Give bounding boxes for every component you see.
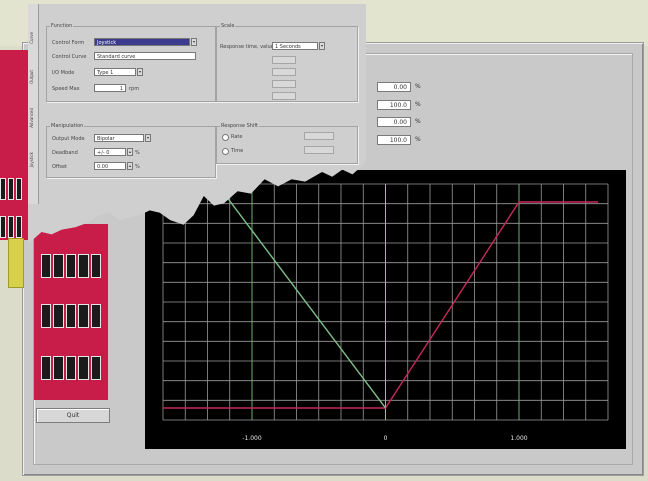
dialog-tab-strip: Joystick Advanced Output Curve — [28, 4, 39, 204]
response-shift-group — [216, 126, 358, 164]
scale-group-title: Scale — [220, 23, 236, 29]
output-mode-dropdown-icon[interactable]: ▾ — [145, 134, 151, 142]
x-tick-label: 1.000 — [510, 435, 527, 442]
side-field-4[interactable]: 100.0 — [377, 135, 411, 145]
io-mode-dropdown-icon[interactable]: ▾ — [137, 68, 143, 76]
offset-field[interactable]: 0.00 — [94, 162, 126, 170]
scale-field-disabled — [272, 92, 296, 100]
io-mode-label: I/O Mode — [52, 70, 75, 76]
curve-chart: -1.000 0 1.000 — [145, 170, 626, 449]
window-row — [0, 216, 22, 238]
time-radio[interactable] — [222, 148, 229, 155]
tab-joystick[interactable]: Joystick — [29, 152, 37, 167]
offset-unit: % — [135, 164, 140, 170]
tab-output[interactable]: Output — [29, 70, 37, 84]
control-form-select[interactable]: Joystick — [94, 38, 190, 46]
deadband-unit: % — [135, 150, 140, 156]
window-row — [41, 304, 102, 328]
deadband-label: Deadband — [52, 150, 78, 156]
rate-radio-label: Rate — [231, 134, 243, 140]
manipulation-group-title: Manipulation — [50, 123, 85, 129]
speed-max-unit: rpm — [129, 86, 140, 92]
side-field-3[interactable]: 0.00 — [377, 117, 411, 127]
side-field-1-unit: % — [415, 83, 421, 90]
time-radio-label: Time — [231, 148, 244, 154]
side-field-3-unit: % — [415, 118, 421, 125]
rate-radio[interactable] — [222, 134, 229, 141]
control-curve-label: Control Curve — [52, 54, 87, 60]
time-field-disabled — [304, 146, 334, 154]
deadband-spin-icon[interactable]: ▴ — [127, 148, 133, 156]
red-graphic-panel — [34, 224, 108, 400]
side-field-1[interactable]: 0.00 — [377, 82, 411, 92]
x-tick-label: 0 — [384, 435, 388, 442]
response-time-dropdown-icon[interactable]: ▾ — [319, 42, 325, 50]
window-row — [41, 254, 102, 278]
control-form-dropdown-icon[interactable]: ▾ — [191, 38, 197, 46]
control-curve-field[interactable]: Standard curve — [94, 52, 196, 60]
scale-field-disabled — [272, 56, 296, 64]
offset-spin-icon[interactable]: ▴ — [127, 162, 133, 170]
tab-curve[interactable]: Curve — [29, 32, 37, 44]
x-tick-label: -1.000 — [242, 435, 262, 442]
deadband-field[interactable]: +/- 0 — [94, 148, 126, 156]
offset-label: Offset — [52, 164, 68, 170]
control-form-label: Control Form — [52, 40, 85, 46]
output-curve-red — [163, 201, 598, 409]
function-group-title: Function — [50, 23, 74, 29]
window-row — [0, 178, 22, 200]
side-field-2-unit: % — [415, 101, 421, 108]
speed-max-label: Speed Max — [52, 86, 80, 92]
curve-chart-svg: -1.000 0 1.000 — [162, 183, 609, 442]
speed-max-field[interactable]: 1 — [94, 84, 126, 92]
scale-field-disabled — [272, 80, 296, 88]
io-mode-select[interactable]: Type 1 — [94, 68, 136, 76]
quit-button[interactable]: Quit — [36, 408, 110, 423]
rate-field-disabled — [304, 132, 334, 140]
side-field-4-unit: % — [415, 136, 421, 143]
scale-group — [216, 26, 358, 102]
output-mode-select[interactable]: Bipolar — [94, 134, 144, 142]
yellow-handle[interactable] — [8, 238, 24, 288]
scale-field-disabled — [272, 68, 296, 76]
side-field-2[interactable]: 100.0 — [377, 100, 411, 110]
response-shift-group-title: Response Shift — [220, 123, 259, 129]
response-time-label: Response time, value — [220, 44, 274, 50]
response-time-select[interactable]: 1 Seconds — [272, 42, 318, 50]
red-side-panel — [0, 50, 28, 240]
window-row — [41, 356, 102, 380]
tab-advanced[interactable]: Advanced — [29, 108, 37, 128]
output-mode-label: Output Mode — [52, 136, 85, 142]
output-curve-green — [222, 191, 387, 409]
